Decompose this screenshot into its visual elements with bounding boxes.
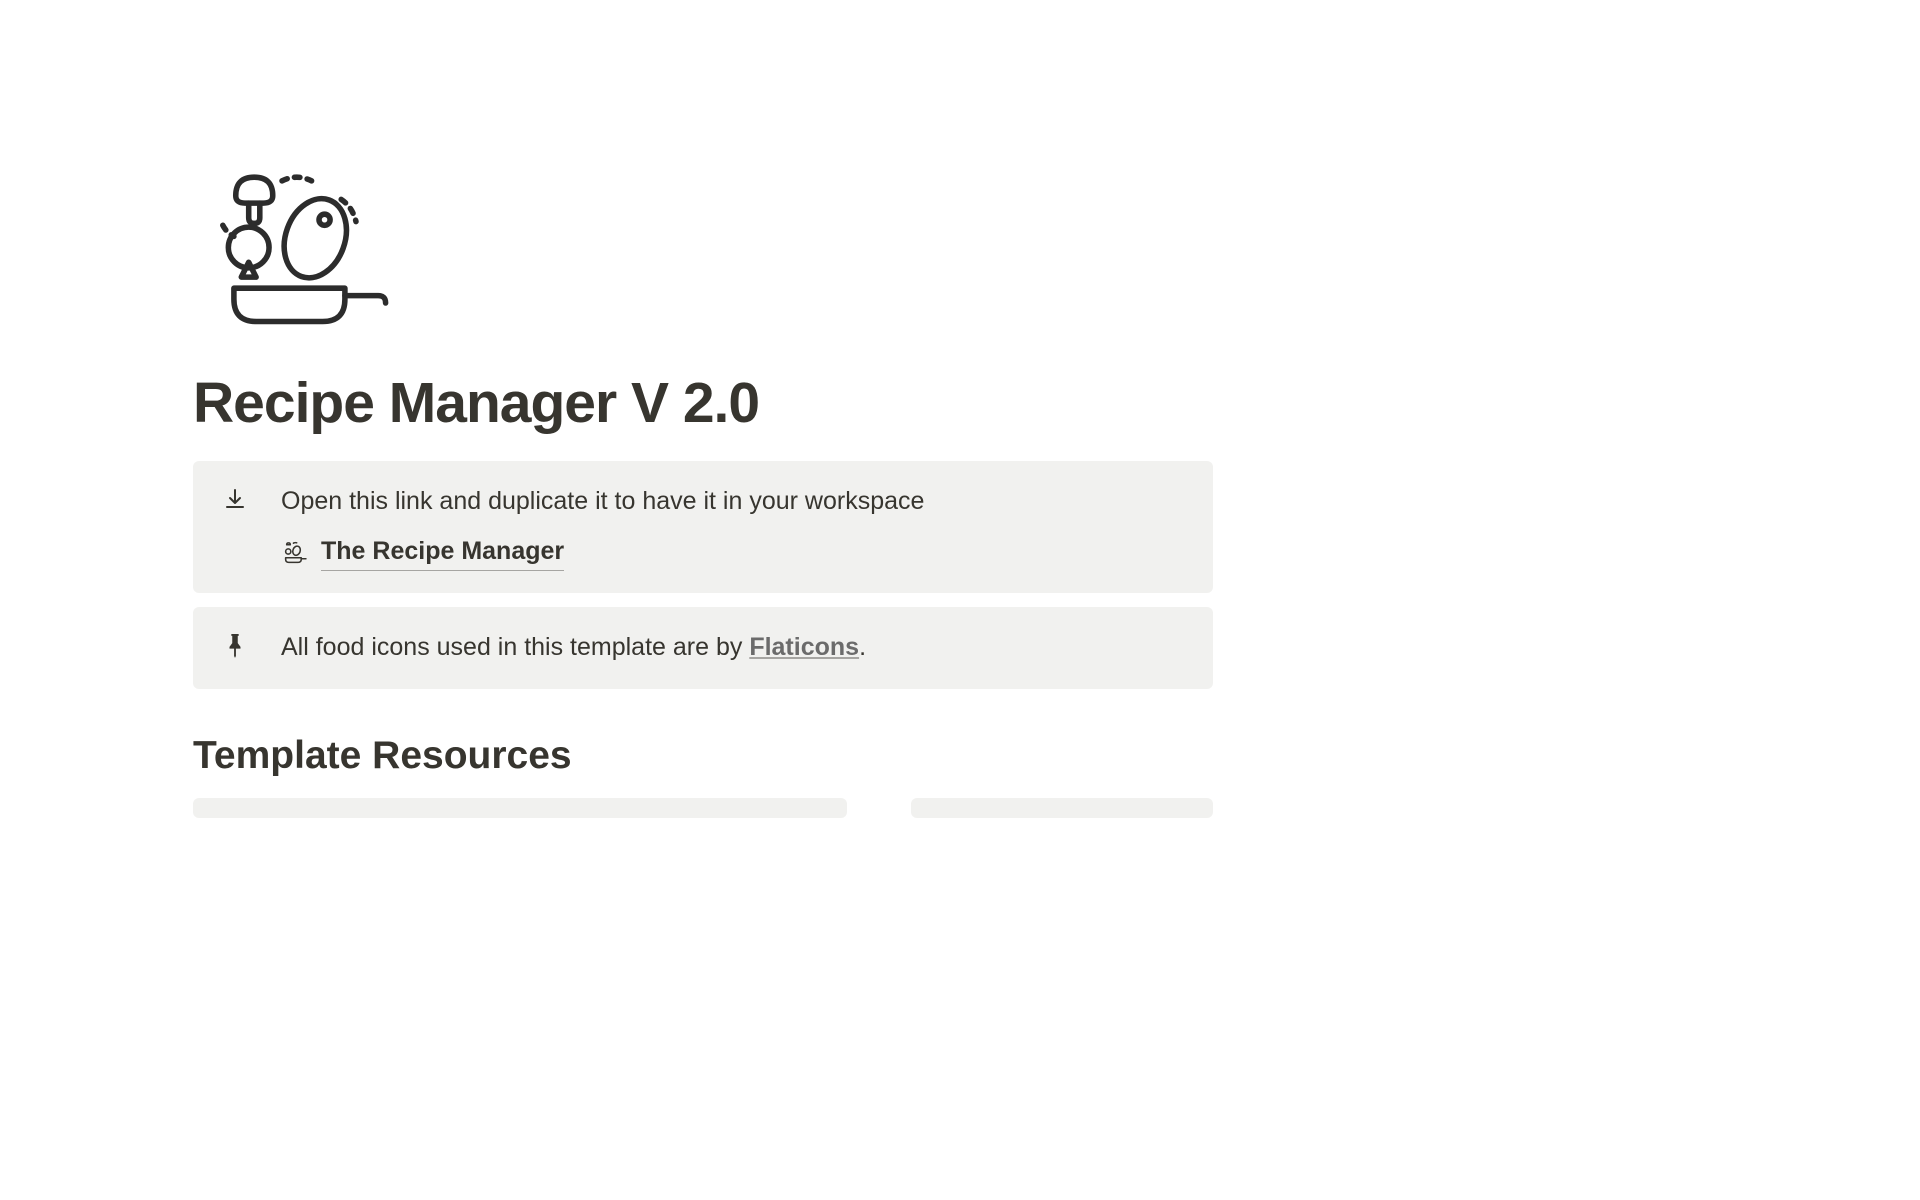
page-title: Recipe Manager V 2.0: [193, 370, 1213, 436]
attribution-text-before: All food icons used in this template are…: [281, 633, 749, 661]
callout-attribution: All food icons used in this template are…: [193, 607, 1213, 689]
callout-duplicate-instruction: Open this link and duplicate it to have …: [193, 461, 1213, 593]
flaticons-link[interactable]: Flaticons: [749, 633, 859, 661]
section-heading-template-resources: Template Resources: [193, 734, 1213, 778]
pin-icon: [221, 631, 249, 659]
recipe-manager-link[interactable]: The Recipe Manager: [281, 533, 1185, 572]
resource-cards-row: [193, 798, 1213, 818]
page-cooking-icon: [208, 155, 393, 340]
resource-card[interactable]: [193, 798, 847, 818]
cooking-small-icon: [281, 538, 309, 566]
download-icon: [221, 485, 249, 513]
attribution-text-after: .: [859, 633, 866, 661]
recipe-manager-link-text[interactable]: The Recipe Manager: [321, 533, 564, 572]
callout-text: Open this link and duplicate it to have …: [281, 483, 1185, 521]
resource-card[interactable]: [911, 798, 1213, 818]
